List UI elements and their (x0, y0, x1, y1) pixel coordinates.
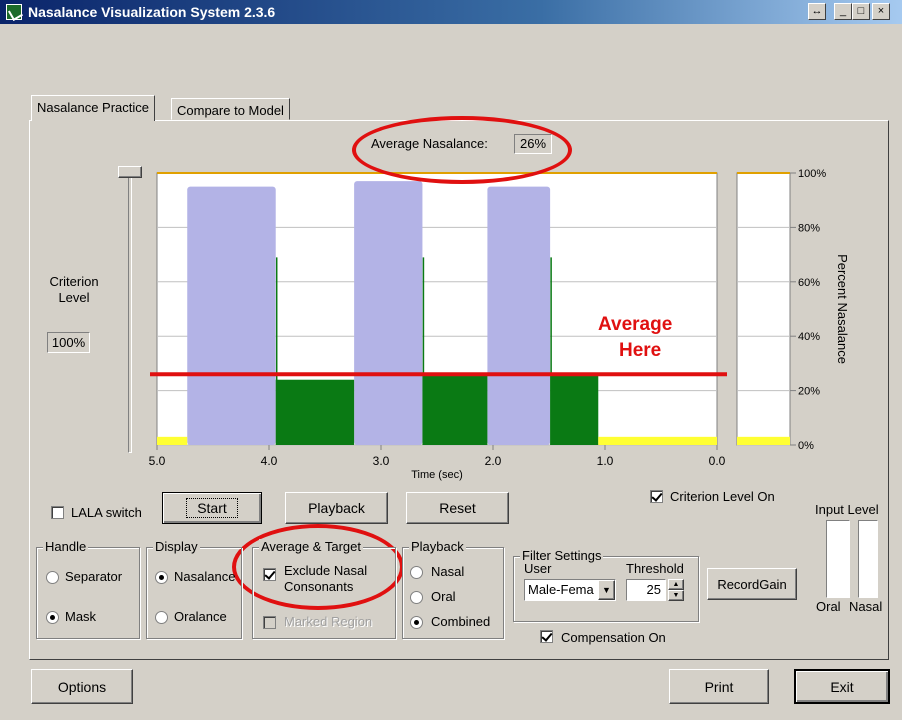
lala-switch-checkbox[interactable] (51, 506, 64, 519)
tab-nasalance-practice[interactable]: Nasalance Practice (31, 95, 155, 121)
handle-mask-label: Mask (65, 609, 97, 624)
criterion-on-label: Criterion Level On (670, 489, 775, 504)
annotation-average: Average (598, 314, 673, 335)
display-nasalance-label: Nasalance (174, 569, 236, 584)
filter-threshold-label: Threshold (626, 561, 684, 576)
close-button[interactable]: × (872, 3, 890, 20)
y-tick-label: 60% (798, 277, 820, 289)
exclude-nasal-label-line2: Consonants (284, 579, 354, 594)
playback-oral-radio[interactable] (410, 591, 423, 604)
user-select[interactable]: Male-Fema ▼ (524, 579, 616, 601)
nasalance-chart: 5.0 4.0 3.0 2.0 1.0 0.0 Time (sec) 100% 80% 60% 40… (149, 168, 850, 481)
criterion-slider-track[interactable] (128, 175, 132, 453)
display-nasalance-radio[interactable] (155, 571, 168, 584)
series-0-segment-2 (487, 186, 551, 445)
playback-group-title: Playback (409, 539, 466, 554)
exclude-nasal-label-line1: Exclude Nasal (284, 563, 368, 578)
x-tick-label: 4.0 (261, 454, 278, 468)
annotation-here: Here (619, 340, 662, 361)
x-tick-label: 1.0 (597, 454, 614, 468)
threshold-up-icon[interactable]: ▲ (668, 579, 684, 590)
print-button[interactable]: Print (669, 669, 769, 704)
y-tick-label: 0% (798, 440, 814, 452)
display-group-title: Display (153, 539, 200, 554)
side-bar-fill (737, 436, 790, 445)
title-bar: Nasalance Visualization System 2.3.6 ↔ _… (0, 0, 902, 24)
average-target-group: Average & Target Exclude Nasal Consonant… (252, 539, 396, 639)
tab-compare-to-model[interactable]: Compare to Model (171, 98, 290, 120)
y-tick-label: 100% (798, 168, 826, 180)
series-1-segment-0 (275, 379, 355, 445)
side-bar-area (736, 172, 791, 446)
handle-mask-radio[interactable] (46, 611, 59, 624)
playback-nasal-radio[interactable] (410, 566, 423, 579)
filter-user-label: User (524, 561, 552, 576)
options-button[interactable]: Options (31, 669, 133, 704)
handle-group: Handle Separator Mask (36, 539, 140, 639)
average-target-title: Average & Target (259, 539, 363, 554)
nasal-meter-label: Nasal (849, 599, 883, 614)
filter-settings-group: Filter Settings User Threshold Male-Fema… (513, 548, 699, 622)
record-gain-button[interactable]: RecordGain (707, 568, 797, 600)
input-level-label: Input Level (815, 502, 879, 517)
maximize-button[interactable]: □ (852, 3, 870, 20)
y-tick-label: 80% (798, 222, 820, 234)
reset-button[interactable]: Reset (406, 492, 509, 524)
threshold-down-icon[interactable]: ▼ (668, 590, 684, 601)
series-1-segment-1 (422, 374, 488, 445)
marked-region-checkbox[interactable] (263, 616, 276, 629)
y-tick-label: 20% (798, 386, 820, 398)
start-button[interactable]: Start (162, 492, 262, 524)
compensation-label: Compensation On (561, 630, 666, 645)
playback-group: Playback Nasal Oral Combined (402, 539, 504, 639)
series-0-segment-1 (354, 181, 423, 445)
threshold-input[interactable]: 25 (626, 579, 666, 601)
y-axis-label: Percent Nasalance (835, 254, 850, 364)
exclude-nasal-checkbox[interactable] (263, 568, 276, 581)
lala-switch-label: LALA switch (71, 505, 142, 520)
resize-button[interactable]: ↔ (808, 3, 826, 20)
series-0-segment-0 (187, 186, 276, 445)
nasal-level-meter (858, 520, 878, 598)
playback-combined-label: Combined (431, 614, 491, 629)
chevron-down-icon[interactable]: ▼ (598, 580, 615, 600)
display-group: Display Nasalance Oralance (146, 539, 242, 639)
y-tick-label: 40% (798, 331, 820, 343)
x-axis-label: Time (sec) (411, 469, 463, 481)
series-1-segment-2 (550, 374, 599, 445)
criterion-slider-thumb[interactable] (118, 166, 142, 178)
display-oralance-label: Oralance (174, 609, 227, 624)
minimize-button[interactable]: _ (834, 3, 852, 20)
compensation-checkbox[interactable] (540, 630, 553, 643)
handle-separator-label: Separator (65, 569, 123, 584)
x-tick-label: 0.0 (709, 454, 726, 468)
oral-level-meter (826, 520, 850, 598)
series-2-segment-0 (157, 436, 188, 445)
series-2-segment-1 (598, 436, 717, 445)
criterion-value: 100% (47, 332, 90, 353)
playback-nasal-label: Nasal (431, 564, 465, 579)
average-highlight-ellipse (352, 116, 572, 184)
criterion-label-line1: Criterion (49, 274, 99, 289)
criterion-label-line2: Level (58, 290, 90, 305)
x-tick-label: 3.0 (373, 454, 390, 468)
playback-oral-label: Oral (431, 589, 456, 604)
x-tick-label: 5.0 (149, 454, 166, 468)
criterion-on-checkbox[interactable] (650, 490, 663, 503)
display-oralance-radio[interactable] (155, 611, 168, 624)
app-icon (6, 4, 22, 20)
playback-button[interactable]: Playback (285, 492, 388, 524)
playback-combined-radio[interactable] (410, 616, 423, 629)
handle-separator-radio[interactable] (46, 571, 59, 584)
handle-group-title: Handle (43, 539, 89, 554)
x-tick-label: 2.0 (485, 454, 502, 468)
user-select-value: Male-Fema (528, 582, 594, 597)
marked-region-label: Marked Region (284, 614, 373, 629)
window-title: Nasalance Visualization System 2.3.6 (28, 4, 276, 20)
oral-meter-label: Oral (816, 599, 841, 614)
exit-button[interactable]: Exit (794, 669, 890, 704)
